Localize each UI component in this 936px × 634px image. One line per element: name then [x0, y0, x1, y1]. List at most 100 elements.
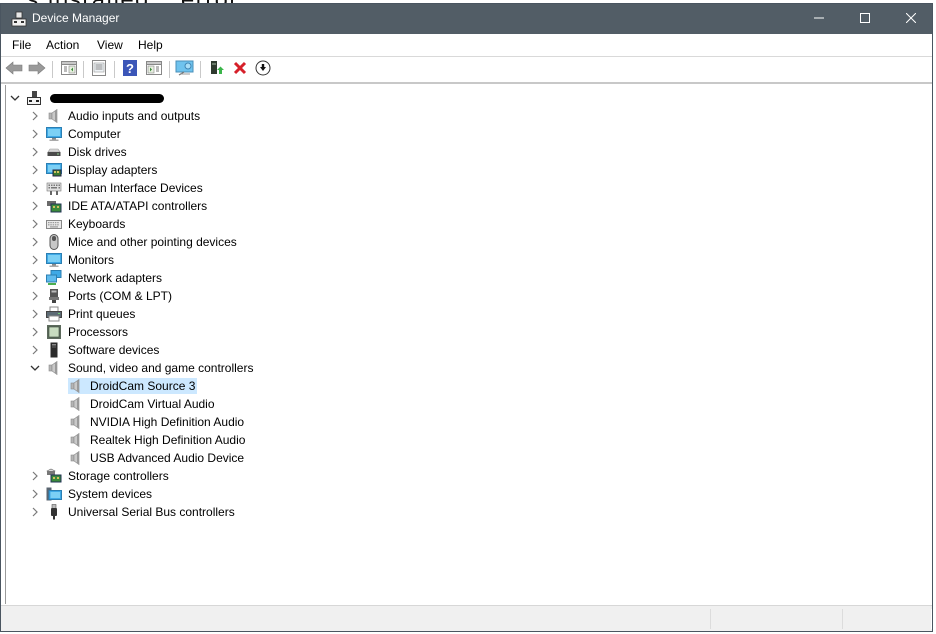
close-button[interactable] — [888, 4, 934, 34]
software-device-icon — [46, 342, 62, 358]
device-tree[interactable]: Audio inputs and outputs Computer Disk dri… — [5, 85, 928, 604]
tree-node-label: Sound, video and game controllers — [68, 361, 254, 375]
tree-node-label: Human Interface Devices — [68, 181, 203, 195]
chevron-right-icon[interactable] — [30, 309, 40, 319]
status-pane — [842, 609, 932, 629]
toolbar-separator — [169, 61, 170, 78]
tree-device-realtek-high-definition-audio[interactable]: Realtek High Definition Audio — [68, 431, 247, 449]
tree-root-computer[interactable] — [10, 89, 164, 107]
speaker-icon — [68, 396, 84, 412]
tree-node-label: Software devices — [68, 343, 160, 357]
show-hide-action-pane-button[interactable] — [144, 60, 164, 78]
tree-category-disk-drives[interactable]: Disk drives — [30, 143, 129, 161]
chevron-right-icon[interactable] — [30, 255, 40, 265]
chevron-right-icon[interactable] — [30, 165, 40, 175]
tree-device-droidcam-source-3[interactable]: DroidCam Source 3 — [68, 377, 198, 395]
chevron-right-icon[interactable] — [30, 489, 40, 499]
device-manager-window: Device Manager File Action View Help ? A… — [0, 3, 933, 632]
menu-file[interactable]: File — [12, 38, 31, 52]
window-title: Device Manager — [32, 11, 120, 25]
back-button[interactable] — [4, 60, 24, 78]
tree-node-label: Network adapters — [68, 271, 163, 285]
title-bar[interactable]: Device Manager — [1, 4, 932, 34]
help-icon: ? — [123, 59, 137, 79]
tree-category-system-devices[interactable]: System devices — [30, 485, 154, 503]
speaker-icon — [68, 378, 88, 394]
tree-node-label: Display adapters — [68, 163, 158, 177]
minimize-button[interactable] — [796, 4, 842, 34]
chevron-right-icon[interactable] — [30, 219, 40, 229]
speaker-icon — [68, 450, 84, 466]
menu-action[interactable]: Action — [46, 38, 79, 52]
tree-category-computer[interactable]: Computer — [30, 125, 123, 143]
arrow-left-icon — [5, 60, 23, 78]
speaker-icon — [46, 108, 62, 124]
tree-node-label: Computer — [68, 127, 121, 141]
chevron-right-icon[interactable] — [30, 327, 40, 337]
chevron-right-icon[interactable] — [30, 237, 40, 247]
chevron-right-icon[interactable] — [30, 201, 40, 211]
status-bar — [1, 605, 932, 631]
show-hide-console-tree-button[interactable] — [59, 60, 79, 78]
maximize-icon — [860, 12, 870, 26]
update-driver-button[interactable] — [207, 60, 227, 78]
tree-category-display-adapters[interactable]: Display adapters — [30, 161, 159, 179]
tree-node-label: DroidCam Virtual Audio — [90, 397, 215, 411]
chevron-right-icon[interactable] — [30, 471, 40, 481]
tree-node-label: Processors — [68, 325, 129, 339]
tree-category-sound-video-and-game-controllers[interactable]: Sound, video and game controllers — [30, 359, 255, 377]
tree-category-storage-controllers[interactable]: Storage controllers — [30, 467, 171, 485]
tree-device-usb-advanced-audio-device[interactable]: USB Advanced Audio Device — [68, 449, 246, 467]
chevron-right-icon[interactable] — [30, 507, 40, 517]
tree-node-label: IDE ATA/ATAPI controllers — [68, 199, 208, 213]
network-icon — [46, 270, 62, 286]
computer-root-icon — [26, 90, 42, 106]
chevron-right-icon[interactable] — [30, 111, 40, 121]
chevron-right-icon[interactable] — [30, 273, 40, 283]
mouse-icon — [46, 234, 62, 250]
chevron-right-icon[interactable] — [30, 183, 40, 193]
tree-category-audio-inputs-and-outputs[interactable]: Audio inputs and outputs — [30, 107, 202, 125]
tree-category-processors[interactable]: Processors — [30, 323, 130, 341]
chevron-right-icon[interactable] — [30, 291, 40, 301]
tree-category-print-queues[interactable]: Print queues — [30, 305, 137, 323]
tree-category-software-devices[interactable]: Software devices — [30, 341, 161, 359]
tree-node-label: DroidCam Source 3 — [88, 378, 198, 394]
usb-icon — [46, 504, 62, 520]
uninstall-device-button[interactable] — [230, 60, 250, 78]
tree-category-keyboards[interactable]: Keyboards — [30, 215, 127, 233]
tree-device-droidcam-virtual-audio[interactable]: DroidCam Virtual Audio — [68, 395, 217, 413]
tree-category-ide-ata-atapi-controllers[interactable]: IDE ATA/ATAPI controllers — [30, 197, 209, 215]
chevron-down-icon[interactable] — [30, 363, 40, 373]
tree-category-universal-serial-bus-controllers[interactable]: Universal Serial Bus controllers — [30, 503, 237, 521]
forward-button[interactable] — [27, 60, 47, 78]
tree-category-network-adapters[interactable]: Network adapters — [30, 269, 164, 287]
scan-hardware-changes-button[interactable] — [175, 60, 195, 78]
tree-category-ports-com-lpt[interactable]: Ports (COM & LPT) — [30, 287, 174, 305]
disk-drive-icon — [46, 144, 62, 160]
speaker-icon — [68, 414, 84, 430]
arrow-right-icon — [28, 60, 46, 78]
tree-category-mice-and-other-pointing-devices[interactable]: Mice and other pointing devices — [30, 233, 239, 251]
storage-controller-icon — [46, 468, 62, 484]
toolbar-separator — [114, 61, 115, 78]
keyboard-icon — [46, 216, 62, 232]
console-tree-icon — [61, 60, 77, 78]
chevron-right-icon[interactable] — [30, 147, 40, 157]
menu-help[interactable]: Help — [138, 38, 163, 52]
chevron-down-icon[interactable] — [10, 93, 20, 103]
properties-button[interactable] — [89, 59, 109, 78]
maximize-button[interactable] — [842, 4, 888, 34]
chevron-right-icon[interactable] — [30, 345, 40, 355]
disable-device-button[interactable] — [253, 60, 273, 78]
menu-view[interactable]: View — [97, 38, 123, 52]
tree-node-label: NVIDIA High Definition Audio — [90, 415, 245, 429]
monitor-scan-icon — [175, 60, 195, 79]
help-button[interactable]: ? — [120, 59, 140, 79]
tree-device-nvidia-high-definition-audio[interactable]: NVIDIA High Definition Audio — [68, 413, 246, 431]
tree-node-label: Audio inputs and outputs — [68, 109, 201, 123]
tree-category-monitors[interactable]: Monitors — [30, 251, 116, 269]
chevron-right-icon[interactable] — [30, 129, 40, 139]
tree-category-human-interface-devices[interactable]: Human Interface Devices — [30, 179, 205, 197]
port-icon — [46, 288, 62, 304]
